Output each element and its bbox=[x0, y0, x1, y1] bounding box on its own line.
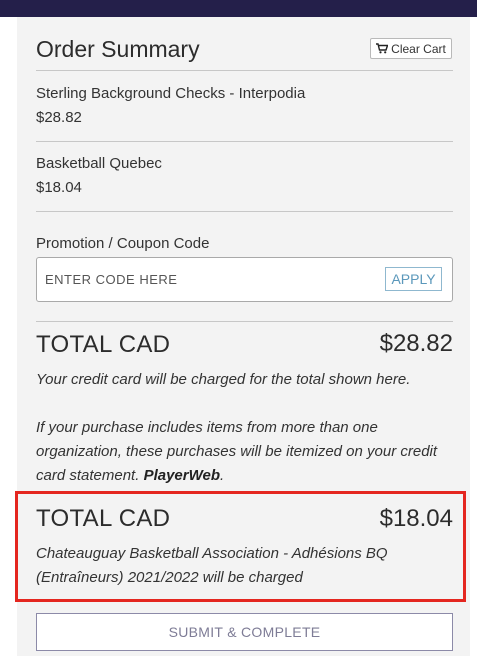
cart-item-price: $28.82 bbox=[36, 109, 82, 126]
itemized-charges-text: If your purchase includes items from mor… bbox=[36, 419, 438, 484]
itemized-charges-note: If your purchase includes items from mor… bbox=[36, 416, 446, 488]
itemized-charges-suffix: . bbox=[220, 467, 225, 484]
apply-coupon-button[interactable]: APPLY bbox=[385, 267, 442, 291]
merchant-name: PlayerWeb bbox=[143, 467, 220, 484]
order-summary-panel: Order Summary Clear Cart Sterling Backgr… bbox=[15, 17, 470, 656]
submit-complete-button[interactable]: SUBMIT & COMPLETE bbox=[36, 613, 453, 651]
order-summary-title: Order Summary bbox=[36, 36, 200, 62]
total-label: TOTAL CAD bbox=[36, 331, 171, 358]
promo-code-input[interactable] bbox=[45, 266, 375, 293]
total-note: Your credit card will be charged for the… bbox=[36, 371, 411, 388]
cart-item-name: Sterling Background Checks - Interpodia bbox=[36, 85, 306, 102]
organization-charge-note: Chateauguay Basketball Association - Adh… bbox=[36, 545, 388, 586]
organization-total-amount: $18.04 bbox=[379, 505, 453, 532]
cart-item-name: Basketball Quebec bbox=[36, 155, 162, 172]
promo-code-field: APPLY bbox=[36, 257, 453, 302]
divider bbox=[36, 141, 453, 142]
divider bbox=[36, 70, 453, 71]
divider bbox=[36, 211, 453, 212]
top-nav-bar bbox=[0, 0, 477, 17]
divider bbox=[36, 321, 453, 322]
clear-cart-label: Clear Cart bbox=[391, 41, 446, 56]
promo-code-label: Promotion / Coupon Code bbox=[36, 235, 210, 252]
clear-cart-button[interactable]: Clear Cart bbox=[370, 38, 452, 59]
cart-item-price: $18.04 bbox=[36, 179, 82, 196]
organization-total-label: TOTAL CAD bbox=[36, 505, 171, 532]
shopping-cart-icon bbox=[376, 43, 389, 54]
total-amount: $28.82 bbox=[379, 330, 453, 357]
